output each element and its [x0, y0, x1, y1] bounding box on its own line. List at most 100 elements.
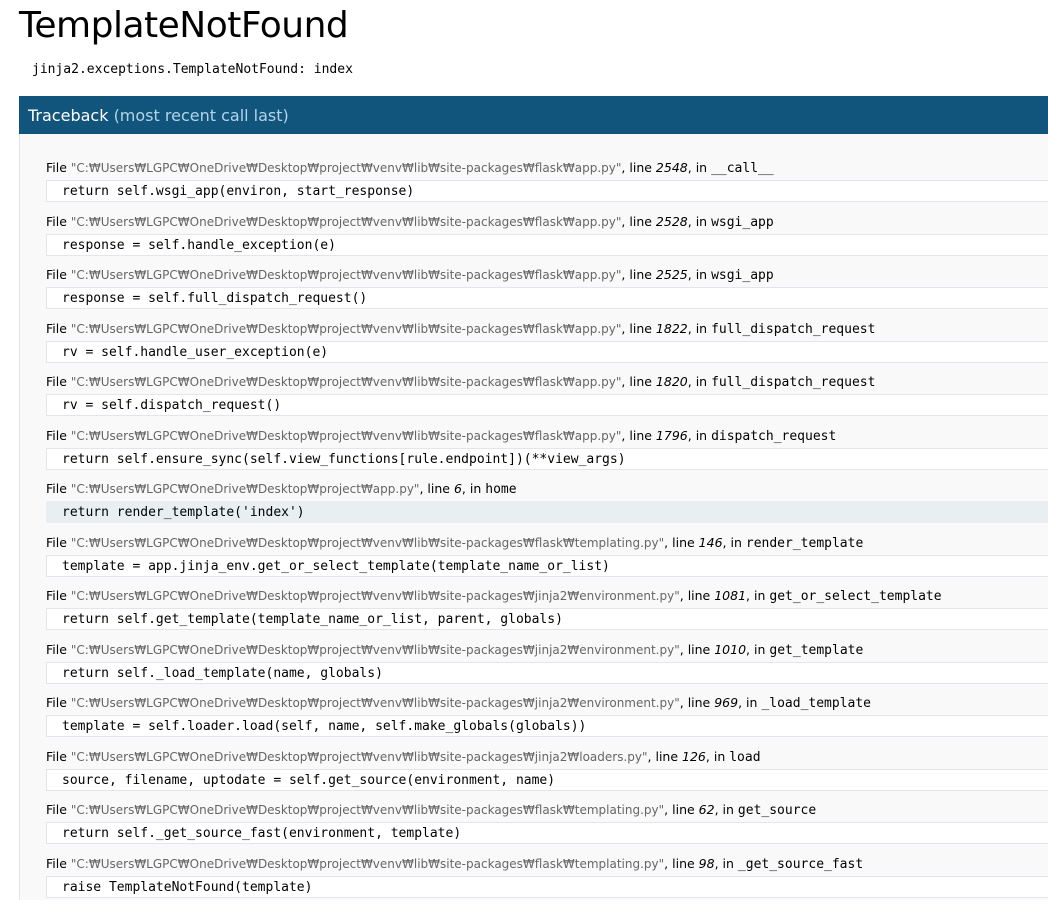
in-word: in [696, 214, 707, 229]
line-word: line [629, 374, 652, 389]
frame-file-line: File "C:₩Users₩LGPC₩OneDrive₩Desktop₩pro… [46, 267, 1048, 286]
frame-source-line[interactable]: source, filename, uptodate = self.get_so… [46, 769, 1048, 791]
frame-source-line[interactable]: template = self.loader.load(self, name, … [46, 715, 1048, 737]
frame-source-line[interactable]: response = self.handle_exception(e) [46, 234, 1048, 256]
line-word: line [629, 267, 652, 282]
frame-line-number: 1820 [656, 374, 688, 389]
frame-function: home [485, 482, 516, 497]
frame-line-number: 2525 [656, 267, 688, 282]
frame-file-line: File "C:₩Users₩LGPC₩OneDrive₩Desktop₩pro… [46, 374, 1048, 393]
frame-function: _get_source_fast [738, 857, 863, 872]
frame-line-number: 126 [682, 749, 706, 764]
frame-line-number: 2548 [656, 160, 688, 175]
frame-filename: "C:₩Users₩LGPC₩OneDrive₩Desktop₩project₩… [71, 268, 622, 282]
file-prefix: File [46, 588, 67, 603]
error-page: TemplateNotFound jinja2.exceptions.Templ… [0, 0, 1048, 80]
line-word: line [629, 321, 652, 336]
in-word: in [714, 749, 725, 764]
in-word: in [723, 856, 734, 871]
traceback-frame[interactable]: File "C:₩Users₩LGPC₩OneDrive₩Desktop₩pro… [46, 588, 1048, 642]
frame-filename: "C:₩Users₩LGPC₩OneDrive₩Desktop₩project₩… [71, 750, 648, 764]
traceback-frame[interactable]: File "C:₩Users₩LGPC₩OneDrive₩Desktop₩pro… [46, 160, 1048, 214]
frame-file-line: File "C:₩Users₩LGPC₩OneDrive₩Desktop₩pro… [46, 695, 1048, 714]
traceback-sublabel: (most recent call last) [114, 106, 289, 125]
traceback-frame[interactable]: File "C:₩Users₩LGPC₩OneDrive₩Desktop₩pro… [46, 214, 1048, 268]
frame-file-line: File "C:₩Users₩LGPC₩OneDrive₩Desktop₩pro… [46, 856, 1048, 875]
frame-filename: "C:₩Users₩LGPC₩OneDrive₩Desktop₩project₩… [71, 696, 680, 710]
frame-line-number: 1822 [656, 321, 688, 336]
frame-filename: "C:₩Users₩LGPC₩OneDrive₩Desktop₩project₩… [71, 589, 680, 603]
file-prefix: File [46, 374, 67, 389]
frame-line-number: 2528 [656, 214, 688, 229]
frame-source-line[interactable]: template = app.jinja_env.get_or_select_t… [46, 555, 1048, 577]
file-prefix: File [46, 695, 67, 710]
page-title: TemplateNotFound [19, 0, 1048, 50]
file-prefix: File [46, 428, 67, 443]
traceback-frame[interactable]: File "C:₩Users₩LGPC₩OneDrive₩Desktop₩pro… [46, 267, 1048, 321]
file-prefix: File [46, 214, 67, 229]
frame-line-number: 6 [454, 481, 462, 496]
in-word: in [746, 695, 757, 710]
line-word: line [688, 588, 711, 603]
frame-line-number: 1796 [656, 428, 688, 443]
traceback-frame[interactable]: File "C:₩Users₩LGPC₩OneDrive₩Desktop₩pro… [46, 321, 1048, 375]
traceback-label: Traceback [28, 106, 108, 125]
frame-source-line[interactable]: rv = self.handle_user_exception(e) [46, 341, 1048, 363]
frame-source-line[interactable]: raise TemplateNotFound(template) [46, 876, 1048, 898]
frame-file-line: File "C:₩Users₩LGPC₩OneDrive₩Desktop₩pro… [46, 642, 1048, 661]
frame-function: render_template [746, 536, 863, 551]
file-prefix: File [46, 321, 67, 336]
in-word: in [730, 535, 741, 550]
frame-file-line: File "C:₩Users₩LGPC₩OneDrive₩Desktop₩pro… [46, 214, 1048, 233]
frame-source-line[interactable]: response = self.full_dispatch_request() [46, 287, 1048, 309]
traceback-frame[interactable]: File "C:₩Users₩LGPC₩OneDrive₩Desktop₩pro… [46, 481, 1048, 535]
traceback-frame[interactable]: File "C:₩Users₩LGPC₩OneDrive₩Desktop₩pro… [46, 642, 1048, 696]
frame-file-line: File "C:₩Users₩LGPC₩OneDrive₩Desktop₩pro… [46, 160, 1048, 179]
traceback-frame[interactable]: File "C:₩Users₩LGPC₩OneDrive₩Desktop₩pro… [46, 856, 1048, 909]
frame-filename: "C:₩Users₩LGPC₩OneDrive₩Desktop₩project₩… [71, 482, 420, 496]
frame-filename: "C:₩Users₩LGPC₩OneDrive₩Desktop₩project₩… [71, 429, 622, 443]
frame-filename: "C:₩Users₩LGPC₩OneDrive₩Desktop₩project₩… [71, 215, 622, 229]
frame-function: get_source [738, 803, 816, 818]
frame-function: load [729, 750, 760, 765]
in-word: in [696, 321, 707, 336]
frame-line-number: 1081 [714, 588, 746, 603]
frame-source-line[interactable]: rv = self.dispatch_request() [46, 394, 1048, 416]
frame-filename: "C:₩Users₩LGPC₩OneDrive₩Desktop₩project₩… [71, 643, 680, 657]
line-word: line [688, 695, 711, 710]
traceback-frame[interactable]: File "C:₩Users₩LGPC₩OneDrive₩Desktop₩pro… [46, 428, 1048, 482]
frame-function: full_dispatch_request [711, 322, 875, 337]
frame-source-line[interactable]: return self.wsgi_app(environ, start_resp… [46, 180, 1048, 202]
frame-filename: "C:₩Users₩LGPC₩OneDrive₩Desktop₩project₩… [71, 161, 622, 175]
file-prefix: File [46, 481, 67, 496]
frame-line-number: 62 [699, 802, 715, 817]
frame-source-line[interactable]: return self._load_template(name, globals… [46, 662, 1048, 684]
file-prefix: File [46, 267, 67, 282]
traceback-frame[interactable]: File "C:₩Users₩LGPC₩OneDrive₩Desktop₩pro… [46, 749, 1048, 803]
in-word: in [470, 481, 481, 496]
frame-source-line[interactable]: return render_template('index') [46, 501, 1048, 523]
in-word: in [696, 267, 707, 282]
traceback-frame[interactable]: File "C:₩Users₩LGPC₩OneDrive₩Desktop₩pro… [46, 374, 1048, 428]
frame-source-line[interactable]: return self._get_source_fast(environment… [46, 822, 1048, 844]
file-prefix: File [46, 749, 67, 764]
frame-file-line: File "C:₩Users₩LGPC₩OneDrive₩Desktop₩pro… [46, 428, 1048, 447]
in-word: in [696, 160, 707, 175]
line-word: line [672, 856, 695, 871]
line-word: line [629, 428, 652, 443]
traceback-frame[interactable]: File "C:₩Users₩LGPC₩OneDrive₩Desktop₩pro… [46, 802, 1048, 856]
traceback-header[interactable]: Traceback (most recent call last) [19, 96, 1048, 134]
traceback-frame[interactable]: File "C:₩Users₩LGPC₩OneDrive₩Desktop₩pro… [46, 535, 1048, 589]
line-word: line [629, 214, 652, 229]
frame-source-line[interactable]: return self.ensure_sync(self.view_functi… [46, 448, 1048, 470]
frame-file-line: File "C:₩Users₩LGPC₩OneDrive₩Desktop₩pro… [46, 481, 1048, 500]
traceback-frame[interactable]: File "C:₩Users₩LGPC₩OneDrive₩Desktop₩pro… [46, 695, 1048, 749]
frame-filename: "C:₩Users₩LGPC₩OneDrive₩Desktop₩project₩… [71, 536, 664, 550]
frame-line-number: 1010 [714, 642, 746, 657]
frame-line-number: 98 [699, 856, 715, 871]
frame-line-number: 146 [699, 535, 723, 550]
frame-function: get_template [769, 643, 863, 658]
in-word: in [754, 642, 765, 657]
line-word: line [629, 160, 652, 175]
frame-source-line[interactable]: return self.get_template(template_name_o… [46, 608, 1048, 630]
